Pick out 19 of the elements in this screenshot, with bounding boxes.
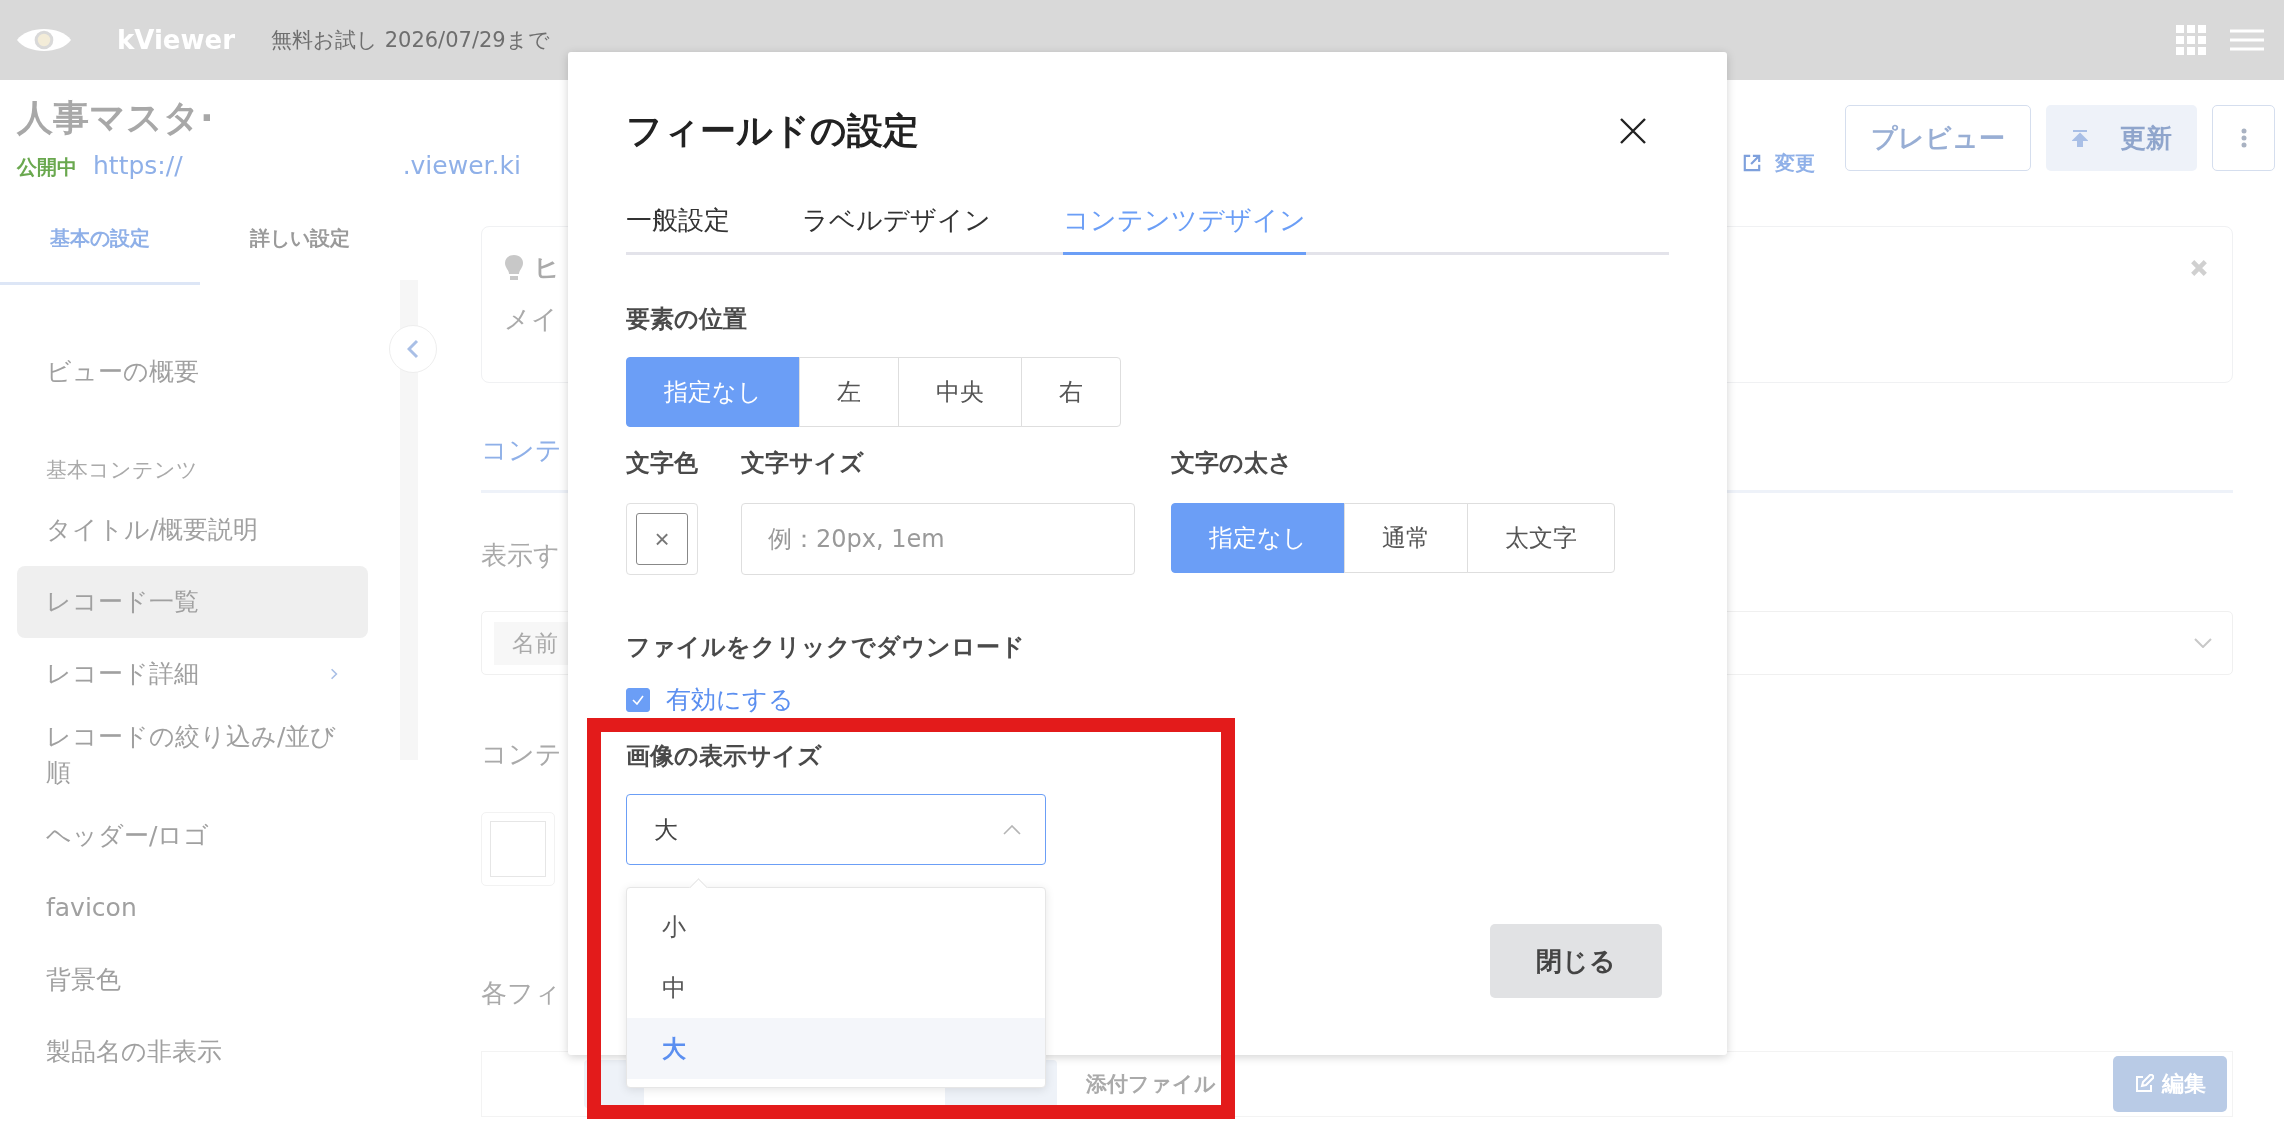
- dialog-title: フィールドの設定: [626, 108, 919, 153]
- section-label: 各フィ: [481, 977, 561, 1010]
- field-label: 要素の位置: [626, 304, 747, 335]
- status-label: 公開中: [17, 154, 77, 181]
- page-title: 人事マスタ·: [17, 96, 215, 140]
- field-label: 文字サイズ: [741, 448, 864, 479]
- trial-notice: 無料お試し 2026/07/29まで: [271, 27, 550, 54]
- hint-title: ヒ: [534, 252, 560, 284]
- section-label: コンテ: [481, 738, 562, 771]
- sidebar-heading: 基本コンテンツ: [45, 457, 198, 484]
- field-label: ファイルをクリックでダウンロード: [626, 632, 1025, 663]
- url-text: https://: [93, 151, 183, 180]
- section-label: 表示す: [481, 539, 560, 572]
- hint-text: メイ: [504, 303, 558, 336]
- field-label: 画像の表示サイズ: [626, 741, 822, 772]
- url-text: .viewer.ki: [402, 151, 521, 180]
- field-label: 文字色: [626, 448, 698, 479]
- field-label: 文字の太さ: [1171, 448, 1293, 479]
- field-name: 添付ファイル: [1086, 1071, 1216, 1098]
